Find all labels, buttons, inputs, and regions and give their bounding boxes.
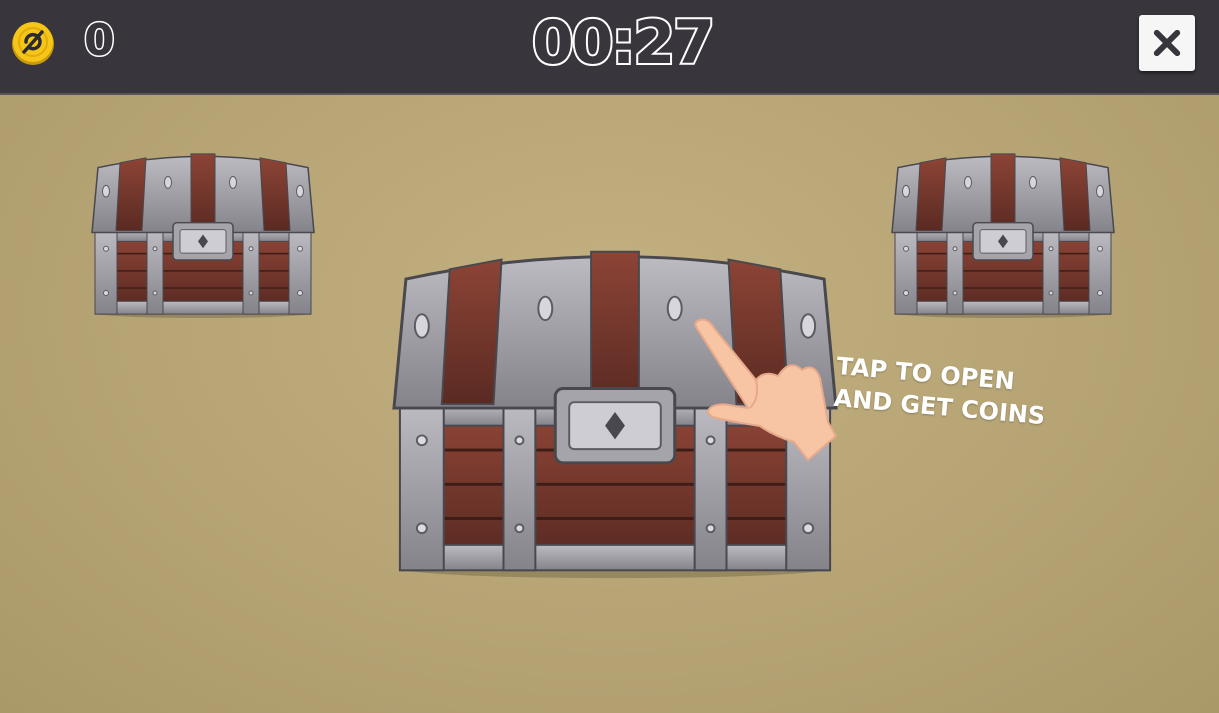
close-button[interactable] <box>1139 15 1195 71</box>
chest-icon <box>891 153 1115 319</box>
close-icon <box>1153 29 1181 57</box>
coin-icon <box>10 20 56 66</box>
chest-icon <box>91 153 315 319</box>
small-chest-left[interactable] <box>88 148 318 320</box>
coin-count: 0 <box>83 14 117 68</box>
countdown-timer: 00:27 <box>530 6 717 80</box>
small-chest-right[interactable] <box>888 148 1118 320</box>
hud-bar: 0 00:27 <box>0 0 1219 95</box>
pointing-hand-icon <box>690 318 840 466</box>
